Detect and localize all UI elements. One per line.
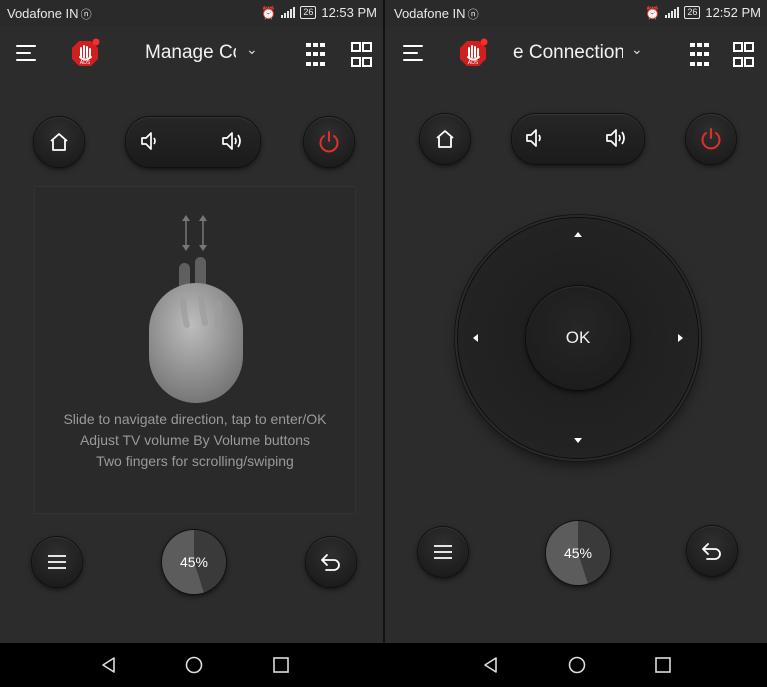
- right-screen: Vodafone IN ⓝ ⏰ 26 12:52 PM ADS e Connect…: [385, 0, 767, 643]
- dpad-down-arrow[interactable]: [574, 438, 582, 443]
- menu-button[interactable]: [418, 527, 468, 577]
- connection-title[interactable]: Manage Co: [140, 26, 236, 82]
- toolbar: ADS Manage Co ⌄: [0, 26, 383, 82]
- hint-line-2: Adjust TV volume By Volume buttons: [79, 432, 311, 448]
- list-menu-icon: [48, 555, 66, 569]
- hint-line-3: Two fingers for scrolling/swiping: [96, 453, 294, 469]
- apps-grid-icon[interactable]: [351, 42, 377, 68]
- page-title: Manage Co: [145, 42, 236, 63]
- nfc-icon: ⓝ: [80, 9, 92, 21]
- battery-icon: 26: [300, 6, 317, 19]
- ads-block-icon[interactable]: ADS: [70, 38, 100, 68]
- nav-home-icon[interactable]: [184, 655, 204, 675]
- menu-button[interactable]: [32, 537, 82, 587]
- dpad-up-arrow[interactable]: [574, 232, 582, 237]
- carrier-name: Vodafone IN ⓝ: [394, 6, 479, 21]
- ads-block-icon[interactable]: ADS: [458, 38, 488, 68]
- volume-up-icon[interactable]: [604, 125, 630, 151]
- home-button[interactable]: [420, 114, 470, 164]
- hint-line-1: Slide to navigate direction, tap to ente…: [63, 411, 327, 427]
- status-bar: Vodafone IN ⓝ ⏰ 26 12:53 PM: [0, 0, 383, 26]
- page-title: e Connection: [513, 42, 623, 63]
- volume-up-icon[interactable]: [220, 128, 246, 154]
- progress-label: 45%: [563, 545, 593, 561]
- power-button[interactable]: [304, 117, 354, 167]
- progress-button[interactable]: 45%: [546, 521, 610, 585]
- carrier-name: Vodafone IN ⓝ: [7, 6, 92, 21]
- volume-down-icon[interactable]: [138, 128, 164, 154]
- apps-grid-icon[interactable]: [733, 42, 759, 68]
- power-icon: [319, 131, 339, 153]
- touch-gesture-icon: [149, 215, 243, 403]
- status-bar: Vodafone IN ⓝ ⏰ 26 12:52 PM: [385, 0, 767, 26]
- left-screen: Vodafone IN ⓝ ⏰ 26 12:53 PM ADS Manage Co…: [0, 0, 383, 643]
- list-menu-icon: [434, 545, 452, 559]
- system-nav-bar: [0, 643, 767, 687]
- chevron-down-icon[interactable]: ⌄: [246, 41, 258, 58]
- ok-button[interactable]: OK: [526, 286, 630, 390]
- signal-icon: [281, 7, 296, 18]
- connection-title[interactable]: e Connection: [513, 26, 623, 82]
- touchpad[interactable]: Slide to navigate direction, tap to ente…: [34, 186, 356, 514]
- nav-recents-icon[interactable]: [653, 655, 673, 675]
- home-icon: [50, 133, 68, 151]
- home-button[interactable]: [34, 117, 84, 167]
- power-icon: [701, 128, 721, 150]
- home-icon: [436, 130, 454, 148]
- nav-back-icon[interactable]: [481, 655, 501, 675]
- alarm-icon: ⏰: [261, 5, 277, 20]
- dpad-left-arrow[interactable]: [473, 334, 478, 342]
- back-icon: [702, 543, 721, 560]
- progress-button[interactable]: 45%: [162, 530, 226, 594]
- back-button[interactable]: [687, 526, 737, 576]
- back-icon: [321, 554, 340, 571]
- toolbar: ADS e Connection ⌄: [385, 26, 767, 82]
- back-button[interactable]: [306, 537, 356, 587]
- nav-recents-icon[interactable]: [271, 655, 291, 675]
- keyboard-icon[interactable]: [306, 43, 332, 69]
- chevron-down-icon[interactable]: ⌄: [631, 41, 643, 58]
- dpad: OK: [458, 218, 698, 458]
- menu-icon[interactable]: [14, 40, 40, 66]
- menu-icon[interactable]: [401, 40, 427, 66]
- progress-label: 45%: [179, 554, 209, 570]
- signal-icon: [665, 7, 680, 18]
- nav-home-icon[interactable]: [567, 655, 587, 675]
- alarm-icon: ⏰: [645, 5, 661, 20]
- battery-icon: 26: [684, 6, 701, 19]
- keyboard-icon[interactable]: [690, 43, 716, 69]
- nav-back-icon[interactable]: [99, 655, 119, 675]
- power-button[interactable]: [686, 114, 736, 164]
- dpad-right-arrow[interactable]: [678, 334, 683, 342]
- status-time: 12:52 PM: [705, 5, 761, 20]
- volume-control: [126, 117, 260, 167]
- volume-control: [512, 114, 644, 164]
- volume-down-icon[interactable]: [523, 125, 549, 151]
- svg-text:ADS: ADS: [80, 60, 90, 66]
- nfc-icon: ⓝ: [467, 9, 479, 21]
- svg-text:ADS: ADS: [468, 60, 478, 66]
- status-time: 12:53 PM: [321, 5, 377, 20]
